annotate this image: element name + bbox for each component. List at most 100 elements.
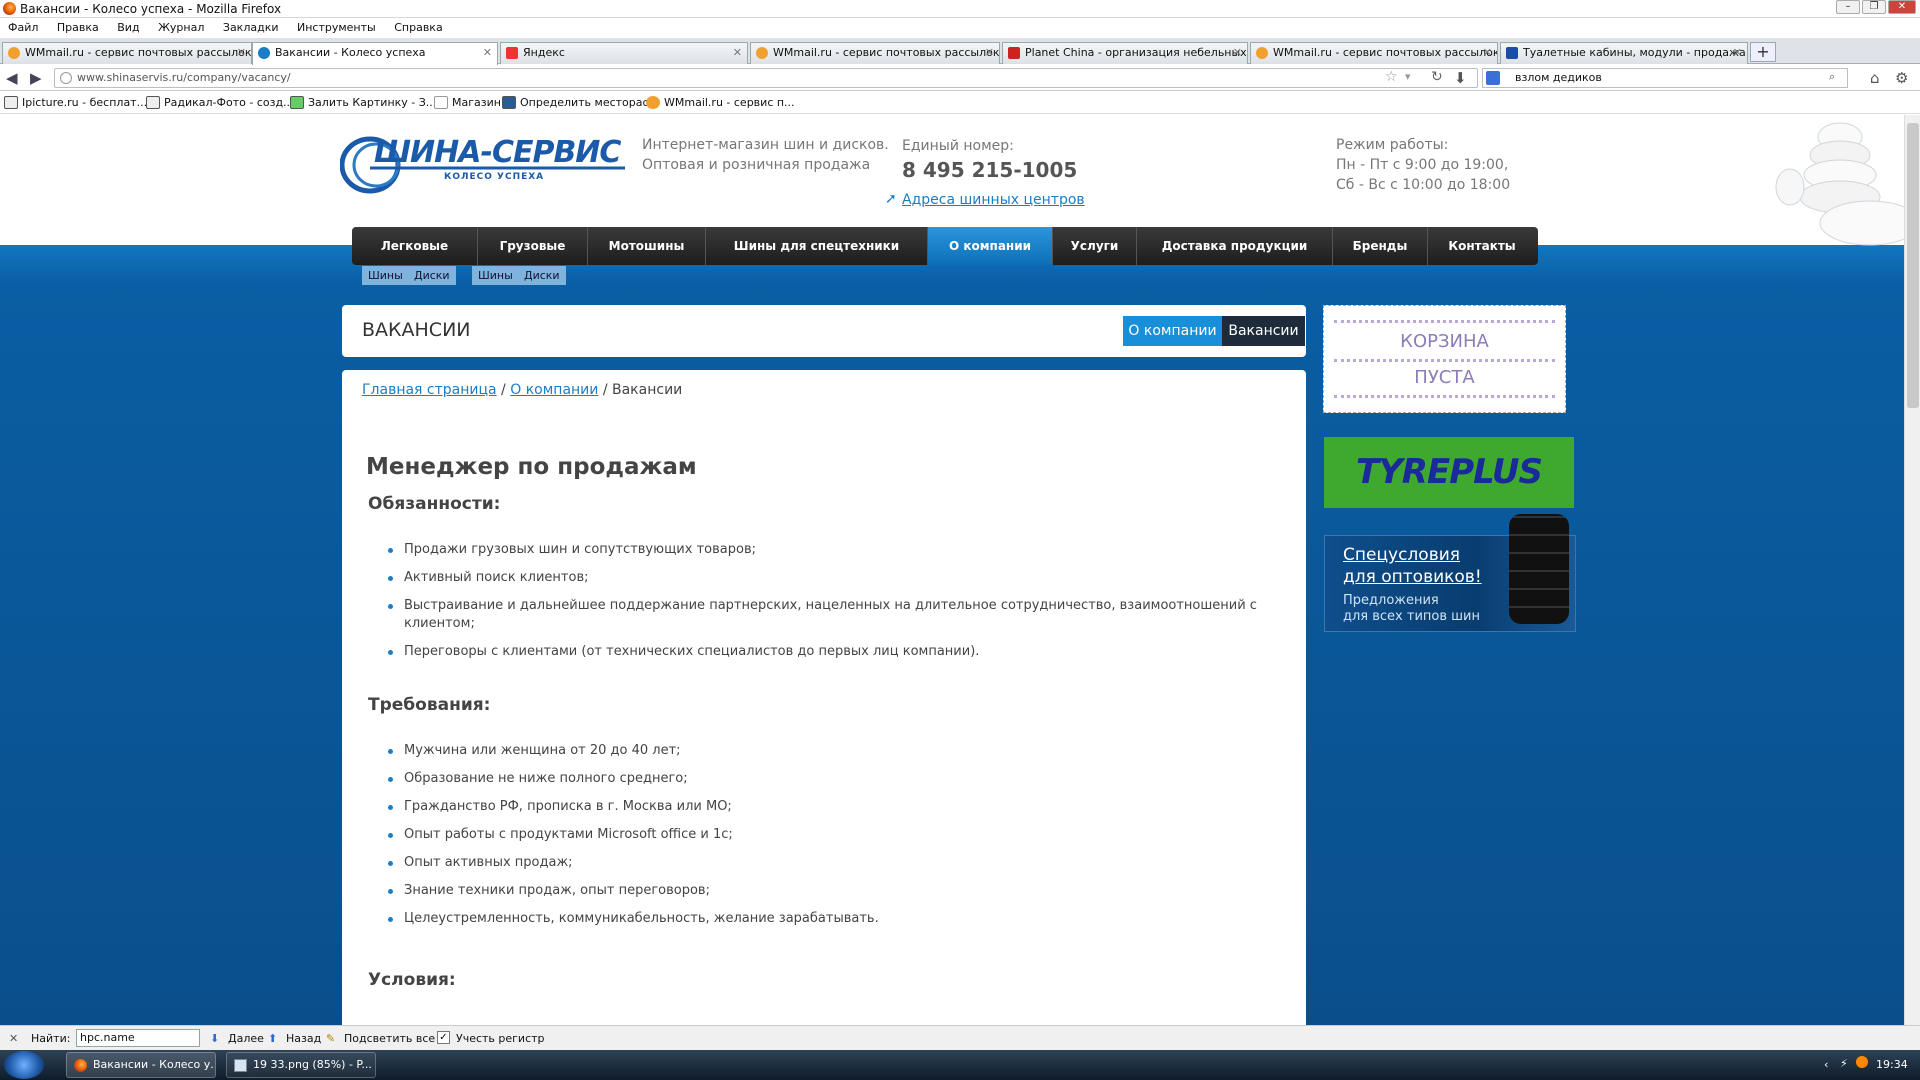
duties-list: Продажи грузовых шин и сопутствующих тов… xyxy=(388,541,1268,671)
tab-wmmail-3[interactable]: WMmail.ru - сервис почтовых рассылок... ✕ xyxy=(1250,42,1498,64)
menu-item-delivery[interactable]: Доставка продукции xyxy=(1137,227,1333,265)
reload-icon[interactable]: ↻ xyxy=(1431,69,1443,85)
submenu-tires-2[interactable]: Шины xyxy=(472,266,519,285)
menu-item-passenger[interactable]: Легковые xyxy=(352,227,478,265)
tab-vacancies[interactable]: Вакансии - Колесо успеха ✕ xyxy=(252,42,498,65)
download-icon[interactable]: ⬇ xyxy=(1454,69,1467,87)
menu-item-contacts[interactable]: Контакты xyxy=(1428,227,1536,265)
tab-wmmail-2[interactable]: WMmail.ru - сервис почтовых рассылок... ✕ xyxy=(750,42,1000,64)
bookmark-radikal[interactable]: Радикал-Фото - созд... xyxy=(146,96,294,109)
tab-bar: WMmail.ru - сервис почтовых рассылок... ✕… xyxy=(0,38,1920,65)
forward-icon[interactable]: ▶ xyxy=(30,69,42,87)
home-icon[interactable]: ⌂ xyxy=(1870,69,1880,87)
wholesale-banner[interactable]: Спецусловия для оптовиков! Предложения д… xyxy=(1324,514,1576,632)
submenu-tires-1[interactable]: Шины xyxy=(362,266,409,285)
pin-icon: ➚ xyxy=(885,191,897,207)
list-item: Выстраивание и дальнейшее поддержание па… xyxy=(388,597,1268,633)
wholesale-text-2: для всех типов шин xyxy=(1343,609,1480,624)
network-icon[interactable]: ⚡ xyxy=(1840,1057,1848,1070)
minimize-button[interactable]: – xyxy=(1836,0,1860,14)
close-find-icon[interactable]: ✕ xyxy=(9,1032,18,1045)
menu-tools[interactable]: Инструменты xyxy=(297,18,376,38)
menu-item-services[interactable]: Услуги xyxy=(1053,227,1137,265)
tab-vacancies-active[interactable]: Вакансии xyxy=(1222,316,1305,346)
highlight-all-button[interactable]: Подсветить все xyxy=(344,1032,435,1045)
find-prev-button[interactable]: Назад xyxy=(286,1032,321,1045)
wmmail-icon xyxy=(8,47,20,59)
breadcrumb: Главная страница / О компании / Вакансии xyxy=(362,382,683,398)
taskbar-paint[interactable]: 19 33.png (85%) - P... xyxy=(226,1052,376,1078)
menu-item-trucks[interactable]: Грузовые xyxy=(478,227,588,265)
menu-history[interactable]: Журнал xyxy=(158,18,204,38)
menu-item-special[interactable]: Шины для спецтехники xyxy=(706,227,928,265)
address-link[interactable]: Адреса шинных центров xyxy=(902,192,1085,208)
cart-status: ПУСТА xyxy=(1414,367,1475,388)
tray-expand-icon[interactable]: ‹ xyxy=(1824,1058,1828,1071)
tab-yandex[interactable]: Яндекс ✕ xyxy=(500,42,748,64)
menu-bookmarks[interactable]: Закладки xyxy=(223,18,279,38)
menu-item-about[interactable]: О компании xyxy=(928,227,1053,265)
menu-view[interactable]: Вид xyxy=(117,18,139,38)
bookmark-zalit[interactable]: Залить Картинку - З... xyxy=(290,96,436,109)
image-file-icon xyxy=(234,1059,247,1072)
addon-icon[interactable]: ⚙ xyxy=(1895,69,1908,87)
tab-close-icon[interactable]: ✕ xyxy=(1733,43,1742,63)
search-box[interactable]: взлом дедиков ⌕ xyxy=(1482,68,1848,88)
logo-subtitle: КОЛЕСО УСПЕХА xyxy=(444,172,545,182)
bookmark-ipicture[interactable]: Ipicture.ru - бесплат... xyxy=(4,96,147,109)
find-input[interactable]: hpc.name xyxy=(76,1029,200,1047)
tab-about-company[interactable]: О компании xyxy=(1123,316,1222,346)
tab-close-icon[interactable]: ✕ xyxy=(237,43,246,63)
breadcrumb-company[interactable]: О компании xyxy=(510,382,598,398)
tray-app-icon[interactable] xyxy=(1856,1056,1868,1068)
tyreplus-banner[interactable]: TYREPLUS xyxy=(1324,437,1574,508)
tab-close-icon[interactable]: ✕ xyxy=(733,43,742,63)
tab-close-icon[interactable]: ✕ xyxy=(1483,43,1492,63)
tab-close-icon[interactable]: ✕ xyxy=(985,43,994,63)
tab-planet-china[interactable]: Planet China - организация небельных ...… xyxy=(1002,42,1248,64)
bookmark-shop[interactable]: Магазин xyxy=(434,96,501,109)
start-button[interactable] xyxy=(4,1051,44,1079)
cart-widget[interactable]: КОРЗИНА ПУСТА xyxy=(1323,305,1566,413)
menu-item-brands[interactable]: Бренды xyxy=(1333,227,1428,265)
shinaservis-icon xyxy=(258,47,270,59)
hours-weekdays: Пн - Пт с 9:00 до 19:00, xyxy=(1336,157,1509,173)
maximize-button[interactable]: ❐ xyxy=(1862,0,1886,14)
tab-wmmail-1[interactable]: WMmail.ru - сервис почтовых рассылок... ✕ xyxy=(2,42,252,64)
url-bar[interactable]: www.shinaservis.ru/company/vacancy/ ☆ ▾ … xyxy=(54,68,1478,88)
tab-close-icon[interactable]: ✕ xyxy=(1233,43,1242,63)
menu-help[interactable]: Справка xyxy=(394,18,442,38)
breadcrumb-home[interactable]: Главная страница xyxy=(362,382,497,398)
find-next-button[interactable]: Далее xyxy=(228,1032,264,1045)
wholesale-title-2: для оптовиков! xyxy=(1343,567,1482,587)
menu-item-moto[interactable]: Мотошины xyxy=(588,227,706,265)
tab-close-icon[interactable]: ✕ xyxy=(483,43,492,63)
bookmark-ip[interactable]: Определить месторас... xyxy=(502,96,659,109)
scrollbar-thumb[interactable] xyxy=(1907,123,1919,408)
page-scrollbar[interactable] xyxy=(1904,115,1920,1025)
bookmark-wmmail[interactable]: WMmail.ru - сервис п... xyxy=(646,96,795,109)
ip-icon xyxy=(502,96,516,109)
new-tab-button[interactable]: + xyxy=(1750,42,1776,62)
tab-toilets[interactable]: Туалетные кабины, модули - продажа... ✕ xyxy=(1500,42,1748,64)
main-menu: Легковые Грузовые Мотошины Шины для спец… xyxy=(352,227,1538,265)
match-case-checkbox[interactable]: ✓ xyxy=(437,1031,450,1044)
submenu-wheels-1[interactable]: Диски xyxy=(408,266,456,285)
site-logo[interactable]: ШИНА-СЕРВИС КОЛЕСО УСПЕХА xyxy=(339,135,625,195)
vacancy-title: Менеджер по продажам xyxy=(366,454,697,480)
close-button[interactable]: ✕ xyxy=(1888,0,1916,14)
conditions-heading: Условия: xyxy=(368,970,456,990)
submenu-wheels-2[interactable]: Диски xyxy=(518,266,566,285)
magnifier-icon[interactable]: ⌕ xyxy=(1829,70,1835,84)
taskbar-firefox[interactable]: Вакансии - Колесо у... xyxy=(66,1052,216,1078)
list-item: Мужчина или женщина от 20 до 40 лет; xyxy=(388,742,1268,760)
star-icon[interactable]: ☆ xyxy=(1385,69,1398,85)
menu-file[interactable]: Файл xyxy=(8,18,38,38)
dropdown-icon[interactable]: ▾ xyxy=(1405,70,1411,83)
list-item: Гражданство РФ, прописка в г. Москва или… xyxy=(388,798,1268,816)
bookmarks-bar: Ipicture.ru - бесплат... Радикал-Фото - … xyxy=(0,92,1920,114)
highlight-icon: ✎ xyxy=(326,1032,336,1045)
back-icon[interactable]: ◀ xyxy=(6,69,18,87)
menu-edit[interactable]: Правка xyxy=(57,18,99,38)
window-title: Вакансии - Колесо успеха - Mozilla Firef… xyxy=(20,2,282,16)
